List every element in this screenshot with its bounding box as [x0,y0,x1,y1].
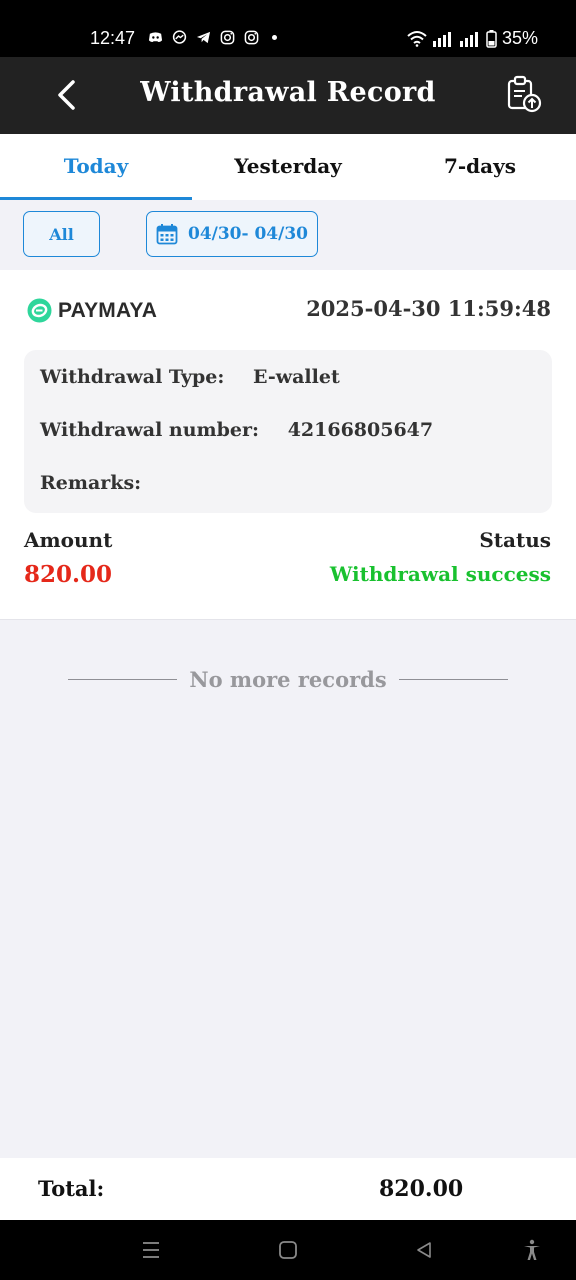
withdrawal-type-label: Withdrawal Type [40,366,218,388]
status-bar: 12:47 35% [0,0,576,57]
notification-icons [148,30,277,45]
divider [68,678,178,680]
more-notifications-dot [272,35,277,40]
status-value: Withdrawal success [329,562,551,586]
wifi-icon [407,30,427,47]
instagram-icon [244,30,259,45]
date-range-label: 04/30- 04/30 [187,224,309,244]
withdrawal-type-value: E-wallet [253,366,340,388]
back-triangle-icon[interactable] [412,1238,436,1262]
date-range-button[interactable]: 04/30- 04/30 [146,211,318,257]
withdrawal-number-row: Withdrawal number: 42166805647 [40,419,434,441]
system-navigation-bar [0,1220,576,1280]
divider [398,678,509,680]
status-time: 12:47 [90,28,136,48]
list-end-indicator: No more records [68,664,509,694]
messenger-icon [172,30,187,45]
battery-icon [486,29,497,48]
paymaya-icon [27,298,52,323]
remarks-row: Remarks: [40,472,142,494]
withdrawal-number-label: Withdrawal number [40,419,253,441]
total-value: 820.00 [379,1176,464,1202]
app-header: Withdrawal Record [0,57,576,134]
amount-value: 820.00 [24,561,113,588]
recent-apps-icon[interactable] [139,1238,163,1262]
provider-name: PAYMAYA [58,298,158,322]
withdrawal-type-row: Withdrawal Type: E-wallet [40,366,340,388]
telegram-icon [196,30,211,45]
total-footer: Total: 820.00 [0,1158,576,1220]
record-details: Withdrawal Type: E-wallet Withdrawal num… [24,350,552,513]
status-right: 35% [407,28,538,49]
record-datetime: 2025-04-30 11:59:48 [306,296,551,321]
no-more-records-text: No more records [189,666,387,692]
page-title: Withdrawal Record [140,77,436,108]
paymaya-logo: PAYMAYA [27,298,157,323]
signal-icon [459,31,481,47]
clipboard-upload-icon[interactable] [505,75,543,115]
tab-7-days[interactable]: 7-days [384,134,576,200]
filter-bar: All 04/30- 04/30 [0,200,576,270]
withdrawal-number-value: 42166805647 [287,419,434,441]
filter-all-button[interactable]: All [23,211,100,257]
calendar-icon [156,223,178,245]
instagram-icon [220,30,235,45]
withdrawal-record-card[interactable]: PAYMAYA 2025-04-30 11:59:48 Withdrawal T… [0,270,576,620]
tab-yesterday[interactable]: Yesterday [192,134,384,200]
tab-today[interactable]: Today [0,134,192,200]
amount-label: Amount [24,528,113,552]
accessibility-icon[interactable] [520,1238,544,1262]
status-label: Status [479,528,551,552]
date-tabs: Today Yesterday 7-days [0,134,576,200]
total-label: Total: [38,1176,105,1201]
remarks-label: Remarks [40,472,135,494]
signal-icon [432,31,454,47]
home-icon[interactable] [276,1238,300,1262]
battery-percent: 35% [501,28,538,48]
discord-icon [148,30,163,45]
